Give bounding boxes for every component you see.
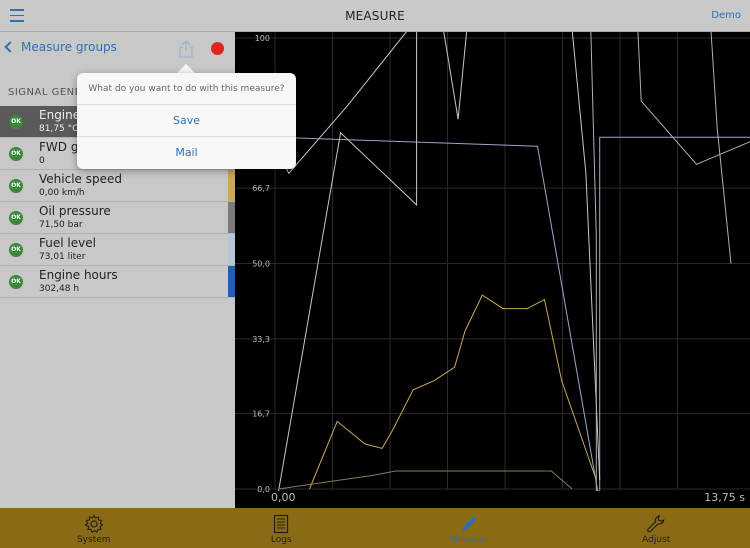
signal-value: 71,50 bar	[39, 220, 83, 230]
y-tick-label: 33,3	[252, 335, 270, 344]
signal-value: 0,00 km/h	[39, 188, 85, 198]
signal-row[interactable]: OK Vehicle speed 0,00 km/h	[0, 170, 235, 202]
x-start-label: 0,00	[271, 491, 296, 504]
tab-label: System	[76, 535, 111, 545]
series-line	[274, 32, 468, 175]
signal-value: 81,75 °C	[39, 124, 79, 134]
page-title: MEASURE	[345, 9, 405, 23]
share-icon[interactable]	[178, 40, 194, 58]
ok-status-badge: OK	[9, 147, 23, 161]
y-tick-label: 16,7	[252, 410, 270, 419]
mail-button[interactable]: Mail	[77, 137, 296, 169]
signal-name: Vehicle speed	[39, 172, 122, 186]
measure-chart[interactable]: 100 66,7 50,0 33,3 16,7 0,0 0,00 13,75 s	[235, 32, 750, 508]
signal-row[interactable]: OK Oil pressure 71,50 bar	[0, 202, 235, 234]
series-line	[571, 32, 601, 481]
signal-value: 73,01 liter	[39, 252, 86, 262]
document-icon	[274, 514, 289, 534]
y-tick-label: 66,7	[252, 184, 270, 193]
series-line	[710, 32, 732, 264]
signal-name: Fuel level	[39, 236, 96, 250]
pen-icon	[461, 516, 477, 531]
series-line	[637, 32, 750, 165]
series-line	[309, 294, 597, 490]
section-label: SIGNAL GENE	[8, 87, 82, 98]
tab-measure[interactable]: Measure	[375, 508, 563, 548]
measure-action-popover: What do you want to do with this measure…	[77, 73, 296, 169]
tab-label: Measure	[449, 535, 488, 545]
ok-status-badge: OK	[9, 115, 23, 129]
signal-name: Engine	[39, 108, 81, 122]
top-navigation-bar: MEASURE Demo	[0, 0, 750, 32]
signal-row[interactable]: OK Engine hours 302,48 h	[0, 266, 235, 298]
signal-panel-header: Measure groups	[0, 32, 235, 76]
ok-status-badge: OK	[9, 243, 23, 257]
y-tick-label: 50,0	[252, 260, 270, 269]
ok-status-badge: OK	[9, 275, 23, 289]
ok-status-badge: OK	[9, 211, 23, 225]
signal-color-swatch	[228, 266, 235, 297]
y-tick-label: 100	[255, 34, 270, 43]
signal-row[interactable]: OK Fuel level 73,01 liter	[0, 234, 235, 266]
signal-value: 0	[39, 156, 45, 166]
tab-logs[interactable]: Logs	[188, 508, 376, 548]
popover-question: What do you want to do with this measure…	[77, 73, 296, 105]
x-end-label: 13,75 s	[704, 491, 745, 504]
chart-canvas: 100 66,7 50,0 33,3 16,7 0,00,00 13,75 s	[235, 32, 750, 504]
signal-name: Engine hours	[39, 268, 118, 282]
tab-label: Adjust	[642, 535, 671, 545]
ok-status-badge: OK	[9, 179, 23, 193]
back-label: Measure groups	[21, 40, 117, 54]
series-line	[278, 470, 573, 490]
signal-name: FWD g	[39, 140, 79, 154]
signal-color-swatch	[228, 170, 235, 201]
series-line	[278, 32, 418, 491]
bottom-tab-bar: System Logs Measure Adjust	[0, 508, 750, 548]
signal-name: Oil pressure	[39, 204, 111, 218]
popover-arrow	[177, 64, 195, 73]
save-button[interactable]: Save	[77, 105, 296, 137]
record-button[interactable]	[211, 42, 224, 55]
signal-value: 302,48 h	[39, 284, 80, 294]
gear-icon	[84, 514, 104, 534]
series-line	[274, 136, 750, 491]
demo-button[interactable]: Demo	[711, 10, 741, 21]
signal-color-swatch	[228, 202, 235, 233]
chevron-left-icon	[4, 41, 16, 53]
tab-adjust[interactable]: Adjust	[563, 508, 750, 548]
signal-color-swatch	[228, 234, 235, 265]
tab-label: Logs	[270, 535, 292, 545]
series-line	[590, 32, 597, 491]
tab-system[interactable]: System	[0, 508, 188, 548]
wrench-icon	[647, 515, 665, 533]
y-tick-label: 0,0	[257, 485, 270, 494]
back-button[interactable]: Measure groups	[4, 40, 117, 54]
